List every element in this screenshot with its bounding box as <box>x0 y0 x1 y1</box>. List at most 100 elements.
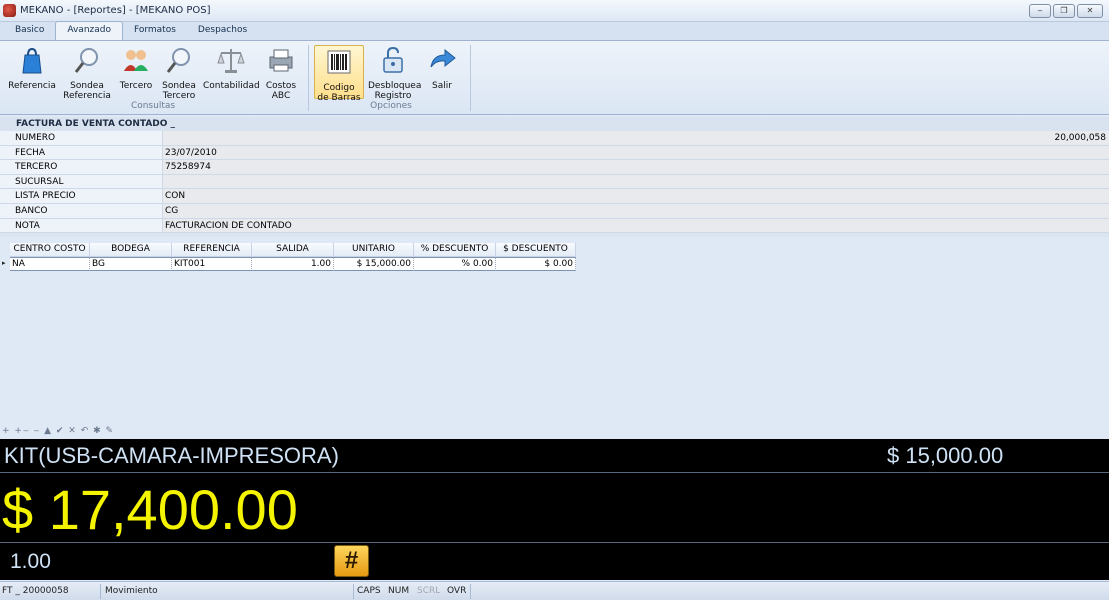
table-cell[interactable]: % 0.00 <box>414 257 496 271</box>
quantity-value: 1.00 <box>10 550 51 573</box>
tab-formatos[interactable]: Formatos <box>123 22 187 40</box>
table-cell[interactable]: NA <box>10 257 90 271</box>
tercero-field[interactable]: 75258974 <box>163 160 1109 174</box>
fecha-field[interactable]: 23/07/2010 <box>163 145 1109 160</box>
item-description: KIT(USB-CAMARA-IMPRESORA) <box>4 443 339 468</box>
desbloquea-registro-button[interactable]: Desbloquea Registro <box>368 45 422 101</box>
form-row-tercero: TERCERO 75258974 <box>0 160 1109 175</box>
form-row-lista-precio: LISTA PRECIO CON <box>0 189 1109 204</box>
column-header[interactable]: BODEGA <box>90 243 172 257</box>
contabilidad-button[interactable]: Contabilidad <box>203 45 260 91</box>
status-document: FT _ 20000058 <box>2 586 69 596</box>
status-ovr: OVR <box>447 586 467 596</box>
costos-abc-button[interactable]: Costos ABC <box>262 45 300 101</box>
contabilidad-label: Contabilidad <box>203 81 260 91</box>
table-cell[interactable]: KIT001 <box>172 257 252 271</box>
referencia-button[interactable]: Referencia <box>6 45 58 91</box>
restore-button[interactable]: ❐ <box>1053 4 1075 18</box>
field-label: NOTA <box>0 218 163 233</box>
status-scrl: SCRL <box>417 586 441 596</box>
grid-header: CENTRO COSTO BODEGA REFERENCIA SALIDA UN… <box>2 243 578 257</box>
pos-quantity-line: 1.00 # <box>0 542 1109 580</box>
status-divider <box>470 584 471 599</box>
tercero-label: Tercero <box>119 81 153 91</box>
sondea-tercero-label-2: Tercero <box>162 91 196 101</box>
table-cell[interactable]: 1.00 <box>252 257 334 271</box>
sucursal-field[interactable] <box>163 174 1109 189</box>
numero-field[interactable]: 20,000,058 <box>163 131 1109 145</box>
field-label: BANCO <box>0 203 163 218</box>
form-row-sucursal: SUCURSAL <box>0 174 1109 190</box>
close-button[interactable]: ✕ <box>1077 4 1103 18</box>
nota-field[interactable]: FACTURACION DE CONTADO <box>163 218 1109 233</box>
desbloquea-registro-label-2: Registro <box>374 91 412 101</box>
sondea-referencia-label-2: Referencia <box>63 91 111 101</box>
column-header[interactable]: CENTRO COSTO <box>10 243 90 257</box>
codigo-de-barras-label-1: Codigo <box>323 83 355 93</box>
status-mode: Movimiento <box>105 586 158 596</box>
field-label: FECHA <box>0 145 163 160</box>
codigo-de-barras-button[interactable]: Codigo de Barras <box>314 45 364 103</box>
lista-precio-field[interactable]: CON <box>163 189 1109 203</box>
magnifier-icon <box>166 48 190 73</box>
hash-button[interactable]: # <box>334 545 369 577</box>
group-divider <box>308 45 309 111</box>
sondea-referencia-button[interactable]: Sondea Referencia <box>60 45 114 101</box>
tab-avanzado[interactable]: Avanzado <box>55 21 123 40</box>
column-header[interactable]: $ DESCUENTO <box>496 243 576 257</box>
minimize-button[interactable]: ‒ <box>1029 4 1051 18</box>
shopping-bag-icon <box>22 47 42 74</box>
table-cell[interactable]: $ 0.00 <box>496 257 576 271</box>
form-row-fecha: FECHA 23/07/2010 <box>0 145 1109 161</box>
scales-icon <box>217 49 245 73</box>
table-cell[interactable]: $ 15,000.00 <box>334 257 414 271</box>
exit-arrow-icon <box>430 48 456 68</box>
status-caps: CAPS <box>357 586 381 596</box>
group-label-consultas: Consultas <box>130 101 176 111</box>
pos-item-line: KIT(USB-CAMARA-IMPRESORA) $ 15,000.00 <box>0 439 1109 473</box>
column-header[interactable]: SALIDA <box>252 243 334 257</box>
costos-abc-label-1: Costos <box>265 81 297 91</box>
sondea-tercero-label-1: Sondea <box>162 81 196 91</box>
window-controls: ‒ ❐ ✕ <box>1029 4 1103 18</box>
table-row[interactable]: ▸ NA BG KIT001 1.00 $ 15,000.00 % 0.00 $… <box>2 257 578 271</box>
group-consultas: Referencia Sondea Referencia Tercero Son… <box>0 43 306 113</box>
status-num: NUM <box>388 586 410 596</box>
ribbon-panel: Referencia Sondea Referencia Tercero Son… <box>0 41 1109 115</box>
title-bar: MEKANO - [Reportes] - [MEKANO POS] ‒ ❐ ✕ <box>0 0 1109 22</box>
tercero-button[interactable]: Tercero <box>116 45 156 91</box>
costos-abc-label-2: ABC <box>271 91 291 101</box>
printer-icon <box>269 49 293 72</box>
status-divider <box>353 584 354 599</box>
salir-button[interactable]: Salir <box>424 45 460 91</box>
app-logo-icon <box>3 4 16 17</box>
column-header[interactable]: REFERENCIA <box>172 243 252 257</box>
group-label-opciones: Opciones <box>370 101 412 111</box>
pos-display: KIT(USB-CAMARA-IMPRESORA) $ 15,000.00 $ … <box>0 439 1109 580</box>
field-label: NUMERO <box>0 131 163 145</box>
column-header[interactable]: UNITARIO <box>334 243 414 257</box>
table-cell[interactable]: BG <box>90 257 172 271</box>
record-navigator[interactable]: + +‒ ‒ ▲ ✔ ✕ ↶ ✱ ✎ <box>2 426 114 436</box>
field-label: LISTA PRECIO <box>0 189 163 203</box>
barcode-icon <box>327 50 351 74</box>
column-header[interactable]: % DESCUENTO <box>414 243 496 257</box>
form-row-banco: BANCO CG <box>0 203 1109 219</box>
invoice-form: FACTURA DE VENTA CONTADO _ NUMERO 20,000… <box>0 117 1109 237</box>
group-divider <box>470 45 471 111</box>
magnifier-icon <box>74 48 98 73</box>
row-indicator-header <box>2 243 10 257</box>
sondea-tercero-button[interactable]: Sondea Tercero <box>158 45 200 101</box>
row-pointer-icon: ▸ <box>2 259 6 267</box>
field-label: TERCERO <box>0 160 163 174</box>
tab-basico[interactable]: Basico <box>4 22 55 40</box>
tab-despachos[interactable]: Despachos <box>187 22 258 40</box>
unlock-icon <box>383 46 403 73</box>
ribbon-tabs: Basico Avanzado Formatos Despachos <box>0 21 1109 41</box>
banco-field[interactable]: CG <box>163 203 1109 218</box>
total-amount: $ 17,400.00 <box>2 478 298 541</box>
status-divider <box>100 584 101 599</box>
form-title: FACTURA DE VENTA CONTADO _ <box>0 117 1109 131</box>
field-label: SUCURSAL <box>0 174 163 189</box>
desbloquea-registro-label-1: Desbloquea <box>368 81 422 91</box>
